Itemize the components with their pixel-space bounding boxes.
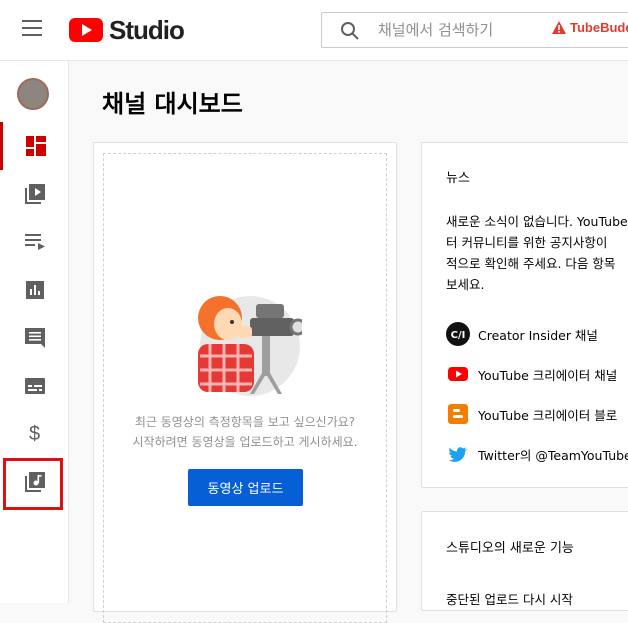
news-link-twitter[interactable]: Twitter의 @TeamYouTube [446, 442, 628, 466]
menu-icon[interactable] [22, 20, 42, 38]
sidebar: $ [0, 61, 69, 603]
videos-icon [24, 184, 45, 204]
upload-prompt-line1: 최근 동영상의 측정항목을 보고 싶으신가요? [134, 415, 356, 429]
news-link-label: YouTube 크리에이터 블로 [478, 407, 618, 423]
tubebuddy-label: TubeBuddy [570, 20, 628, 35]
upload-prompt: 최근 동영상의 측정항목을 보고 싶으신가요? 시작하려면 동영상을 업로드하고… [94, 412, 396, 452]
studio-update-item[interactable]: 중단된 업로드 다시 시작 [446, 589, 573, 608]
sidebar-item-analytics[interactable] [0, 266, 69, 314]
news-card: 뉴스 새로운 소식이 없습니다. YouTube 터 커뮤니티를 위한 공지사항… [421, 142, 628, 488]
news-link-youtube-creators[interactable]: YouTube 크리에이터 채널 [446, 362, 617, 386]
studio-updates-card: 스튜디오의 새로운 기능 중단된 업로드 다시 시작 [421, 511, 628, 611]
news-body: 새로운 소식이 없습니다. YouTube 터 커뮤니티를 위한 공지사항이 적… [446, 214, 628, 292]
sidebar-item-subtitles[interactable] [0, 362, 69, 410]
studio-logo[interactable]: Studio [69, 14, 185, 45]
warning-icon [552, 21, 566, 34]
camera-person-illustration [198, 296, 302, 396]
upload-video-button[interactable]: 동영상 업로드 [188, 469, 303, 506]
svg-text:С/I: С/I [451, 330, 466, 341]
playlists-icon [24, 234, 45, 250]
news-link-label: YouTube 크리에이터 채널 [478, 367, 618, 383]
news-link-creator-insider[interactable]: С/I Creator Insider 채널 [446, 322, 598, 346]
top-bar: Studio TubeBuddy [0, 0, 628, 61]
subtitles-icon [24, 378, 45, 394]
comments-icon [24, 328, 45, 348]
upload-prompt-line2: 시작하려면 동영상을 업로드하고 게시하세요. [132, 435, 358, 449]
page-title: 채널 대시보드 [102, 90, 243, 118]
news-link-label: Twitter의 @TeamYouTube [478, 447, 628, 463]
youtube-icon [446, 362, 470, 386]
tubebuddy-extension[interactable]: TubeBuddy [552, 20, 628, 35]
logo-text: Studio [109, 14, 185, 45]
analytics-icon [25, 281, 44, 299]
blogger-icon [446, 402, 470, 426]
search-input[interactable] [378, 19, 548, 41]
twitter-icon [446, 442, 470, 466]
creator-insider-icon: С/I [446, 322, 470, 346]
sidebar-item-playlists[interactable] [0, 218, 69, 266]
highlight-box [3, 458, 63, 510]
sidebar-item-dashboard[interactable] [0, 122, 69, 170]
channel-avatar[interactable] [17, 78, 49, 110]
dashboard-icon [26, 136, 46, 156]
youtube-logo-icon [69, 18, 103, 42]
news-title: 뉴스 [446, 171, 470, 186]
studio-updates-title: 스튜디오의 새로운 기능 [446, 541, 574, 556]
sidebar-item-videos[interactable] [0, 170, 69, 218]
sidebar-item-comments[interactable] [0, 314, 69, 362]
dollar-icon: $ [28, 422, 41, 445]
news-link-creator-blog[interactable]: YouTube 크리에이터 블로 [446, 402, 617, 426]
news-link-label: Creator Insider 채널 [478, 327, 598, 343]
search-icon [341, 22, 359, 40]
sidebar-item-monetization[interactable]: $ [0, 410, 69, 458]
upload-card: 최근 동영상의 측정항목을 보고 싶으신가요? 시작하려면 동영상을 업로드하고… [93, 142, 397, 623]
